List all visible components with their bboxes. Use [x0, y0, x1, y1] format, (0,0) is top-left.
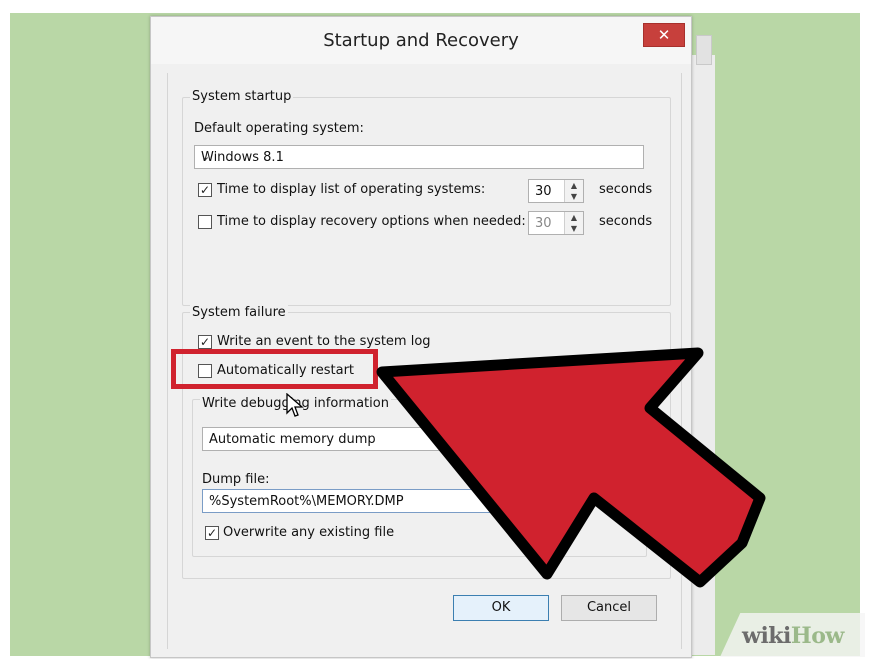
watermark-how: How	[790, 623, 844, 649]
watermark-text: wikiHow	[742, 623, 844, 649]
watermark-wiki: wiki	[742, 623, 791, 649]
wikihow-watermark: wikiHow	[720, 613, 865, 657]
annotation-arrow	[376, 347, 766, 588]
